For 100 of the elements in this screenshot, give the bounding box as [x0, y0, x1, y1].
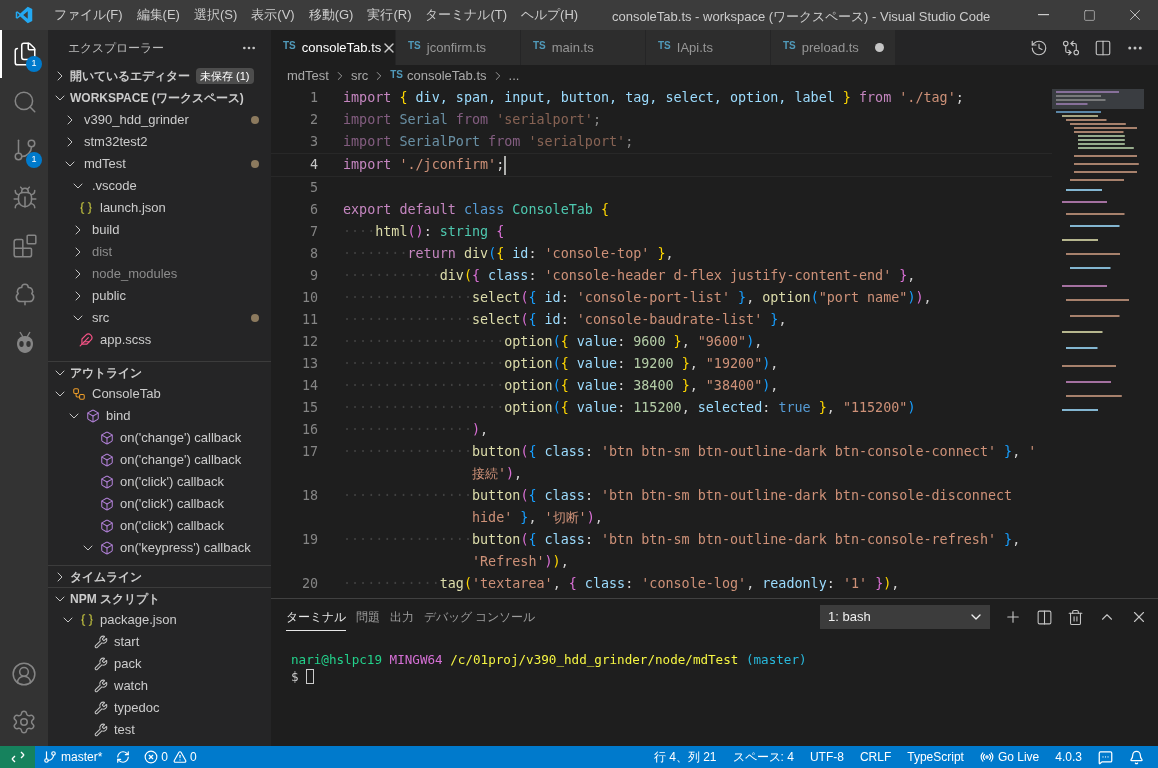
status-item[interactable]: スペース: 4 [724, 746, 802, 768]
tree-item[interactable]: on('change') callback [48, 449, 271, 471]
add-icon[interactable] [1004, 608, 1022, 626]
cube-icon [100, 453, 114, 467]
window-title: consoleTab.ts - workspace (ワークスペース) - Visual Studio Code [612, 8, 991, 26]
compare-icon[interactable] [1062, 38, 1080, 57]
menu-item[interactable]: 実行(R) [360, 0, 419, 30]
breadcrumb-item[interactable]: src [350, 66, 369, 86]
history-icon[interactable] [1030, 38, 1048, 57]
menu-item[interactable]: 編集(E) [129, 0, 187, 30]
tree-item[interactable]: v390_hdd_grinder [48, 109, 271, 131]
panel-tab[interactable]: 出力 [390, 603, 414, 631]
line-number: 10 [300, 288, 318, 307]
split-terminal-icon[interactable] [1036, 608, 1053, 626]
tree-item-label: on('change') callback [120, 429, 242, 448]
tree-item[interactable]: stm32test2 [48, 131, 271, 153]
breadcrumb-item[interactable]: ... [508, 66, 520, 86]
braces-icon [80, 613, 94, 627]
breadcrumb-item[interactable]: consoleTab.ts [407, 66, 487, 86]
tree-item[interactable]: watch [48, 675, 271, 697]
tree-item[interactable]: .vscode [48, 175, 271, 197]
editor-tab[interactable]: TS consoleTab.ts [271, 30, 396, 65]
tree-item[interactable]: build [48, 219, 271, 241]
menu-item[interactable]: 表示(V) [244, 0, 302, 30]
tree-item[interactable]: on('change') callback [48, 427, 271, 449]
menu-item[interactable]: ファイル(F) [47, 0, 130, 30]
tree-item-label: build [92, 221, 120, 240]
status-item[interactable]: CRLF [851, 746, 900, 768]
tree-item[interactable]: typedoc [48, 697, 271, 719]
tree-item[interactable]: launch.json [48, 197, 271, 219]
tree-item-label: stm32test2 [84, 133, 148, 152]
section-header[interactable]: アウトライン [48, 361, 271, 383]
tree-item-label: dist [92, 243, 113, 262]
code-line: import SerialPort from 'serialport'; [343, 132, 634, 151]
editor-tab[interactable]: TS preload.ts [771, 30, 896, 65]
code-line: ····················option({ value: 115200, selected: true }, "115200") [343, 398, 916, 417]
tree-item[interactable]: package.json [48, 609, 271, 631]
panel-tab[interactable]: ターミナル [286, 603, 346, 631]
menu-item[interactable]: ターミナル(T) [418, 0, 515, 30]
branch-icon [12, 137, 38, 163]
tree-item[interactable]: dist [48, 241, 271, 263]
editor-tab[interactable]: TS main.ts [521, 30, 646, 65]
section-title: 開いているエディター [70, 68, 190, 85]
menu-item[interactable]: 移動(G) [301, 0, 361, 30]
tree-item[interactable]: on('click') callback [48, 515, 271, 537]
sidebar-title: エクスプローラー [68, 39, 164, 57]
feedback-icon[interactable] [1098, 749, 1113, 765]
tree-item[interactable]: on('click') callback [48, 471, 271, 493]
menu-item[interactable]: 選択(S) [186, 0, 245, 30]
tree-item[interactable]: src [48, 307, 271, 329]
status-item[interactable]: UTF-8 [801, 746, 852, 768]
panel-tab[interactable]: デバッグ コンソール [424, 603, 536, 631]
section-header[interactable]: WORKSPACE (ワークスペース) [48, 87, 271, 109]
tree-item[interactable]: on('click') callback [48, 493, 271, 515]
status-item[interactable]: TypeScript [899, 746, 972, 768]
code-line: ················button({ class: 'btn btn-sm btn-outline-dark btn-console-connect' }, ' [343, 442, 1037, 461]
code-line: import './jconfirm'; [343, 155, 505, 174]
tree-item-label: package.json [100, 611, 177, 630]
files-icon [12, 41, 38, 67]
split-editor-icon[interactable] [1094, 38, 1112, 57]
line-number: 7 [308, 222, 318, 241]
line-number: 14 [300, 376, 318, 395]
tree-item[interactable]: pack [48, 653, 271, 675]
terminal-select[interactable]: 1: bash [820, 605, 990, 629]
tree-item[interactable]: app.scss [48, 329, 271, 351]
section-header[interactable]: NPM スクリプト [48, 587, 271, 609]
ts-file-icon: TS [533, 38, 546, 53]
bell-icon[interactable] [1129, 749, 1144, 765]
tree-item[interactable]: ConsoleTab [48, 383, 271, 405]
problems-button[interactable]: 0 0 [136, 746, 205, 768]
trash-icon[interactable] [1067, 608, 1084, 626]
braces-icon [79, 201, 93, 215]
search-icon [12, 89, 38, 115]
tree-item[interactable]: test [48, 719, 271, 741]
tree-item-label: on('click') callback [120, 495, 224, 514]
tree-item[interactable]: start [48, 631, 271, 653]
go-live-button[interactable]: Go Live [971, 746, 1048, 768]
tree-item[interactable]: public [48, 285, 271, 307]
section-header[interactable]: タイムライン [48, 565, 271, 587]
sync-icon[interactable] [116, 750, 131, 764]
editor-tab[interactable]: TS IApi.ts [646, 30, 771, 65]
tree-item-label: pack [114, 655, 142, 674]
section-header[interactable]: 開いているエディター 未保存 (1) [48, 65, 271, 87]
tree-item[interactable]: on('keypress') callback [48, 537, 271, 559]
menu-item[interactable]: ヘルプ(H) [514, 0, 586, 30]
activity-button[interactable]: 1 [0, 126, 48, 174]
tree-item[interactable]: node_modules [48, 263, 271, 285]
text-cursor [504, 155, 507, 175]
tree-item[interactable]: mdTest [48, 153, 271, 175]
tree-item[interactable]: bind [48, 405, 271, 427]
code-line: ············tag('textarea', { class: 'console-log', readonly: '1' }), [343, 574, 900, 593]
editor-tab[interactable]: TS jconfirm.ts [396, 30, 521, 65]
status-item[interactable]: 4.0.3 [1047, 746, 1090, 768]
breadcrumb-item[interactable]: mdTest [287, 66, 329, 86]
panel-tab[interactable]: 問題 [356, 603, 380, 631]
ts-file-icon: TS [783, 38, 796, 53]
code-line: ····html(): string { [343, 222, 505, 241]
count-badge: 1 [26, 56, 42, 72]
branch-button[interactable]: master* [35, 746, 111, 768]
status-item[interactable]: 行 4、列 21 [645, 746, 725, 768]
